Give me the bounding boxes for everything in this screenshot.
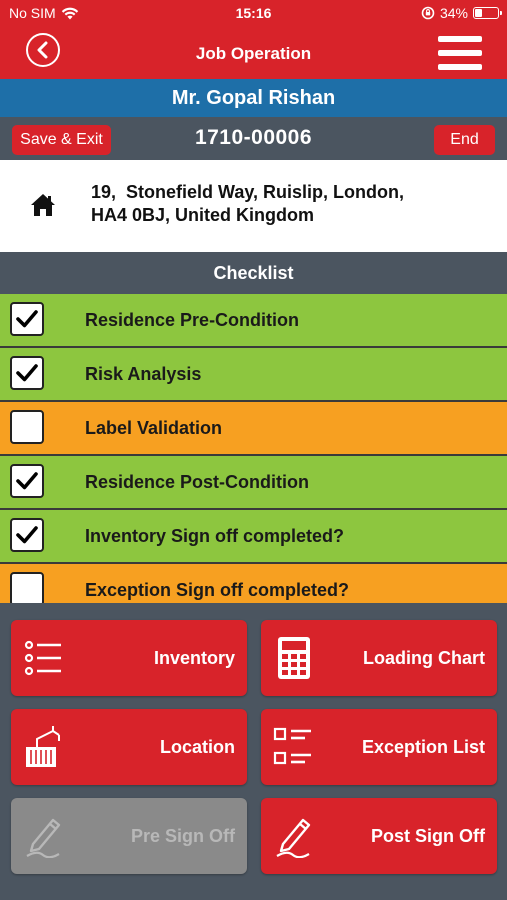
address-line-1: 19, Stonefield Way, Ruislip, London, (91, 182, 405, 202)
action-label: Location (160, 737, 235, 757)
home-icon (31, 194, 55, 216)
loading-chart-button[interactable]: Loading Chart (261, 620, 497, 696)
action-label: Exception List (361, 737, 485, 757)
checkbox-checked[interactable] (10, 464, 44, 498)
battery-icon (473, 7, 502, 19)
end-button[interactable]: End (434, 125, 495, 155)
address-line-2: HA4 0BJ, United Kingdom (91, 205, 315, 225)
checklist-label: Label Validation (85, 418, 223, 438)
checklist-row[interactable]: Risk Analysis (0, 348, 507, 402)
pen-signature-icon (273, 814, 317, 859)
checklist-label: Inventory Sign off completed? (85, 526, 345, 546)
inventory-button[interactable]: Inventory (11, 620, 247, 696)
exception-list-button[interactable]: Exception List (261, 709, 497, 785)
checkmark-icon (16, 472, 38, 490)
checkbox-unchecked[interactable] (10, 410, 44, 444)
checkbox-checked[interactable] (10, 356, 44, 390)
post-sign-off-button[interactable]: Post Sign Off (261, 798, 497, 874)
location-button[interactable]: Location (11, 709, 247, 785)
customer-name: Mr. Gopal Rishan (0, 79, 507, 118)
checklist-title: Checklist (0, 252, 507, 294)
action-grid: Inventory Loading Chart Location Exception … (0, 603, 507, 900)
job-number: 1710-00006 (194, 126, 313, 149)
pen-signature-icon (23, 814, 67, 859)
container-crane-icon (23, 725, 67, 769)
checklist-label: Exception Sign off completed? (85, 580, 350, 600)
checklist-row[interactable]: Label Validation (0, 402, 507, 456)
checklist-row[interactable]: Inventory Sign off completed? (0, 510, 507, 564)
checkmark-icon (16, 310, 38, 328)
action-label: Post Sign Off (371, 826, 485, 846)
checkmark-icon (16, 526, 38, 544)
page-title: Job Operation (195, 44, 312, 63)
checkbox-checked[interactable] (10, 302, 44, 336)
job-bar: Save & Exit 1710-00006 End (0, 117, 507, 160)
nav-bar: Job Operation (0, 28, 507, 79)
action-label: Inventory (153, 648, 235, 668)
checkbox-checked[interactable] (10, 518, 44, 552)
checklist-label: Risk Analysis (85, 364, 202, 384)
checklist-row[interactable]: Exception Sign off completed? (0, 564, 507, 603)
list-icon (23, 636, 67, 680)
checklist: Residence Pre-Condition Risk Analysis Labe… (0, 294, 507, 603)
status-bar: No SIM 15:16 34% (0, 0, 507, 28)
checkmark-icon (16, 364, 38, 382)
battery-fill (475, 9, 483, 17)
action-label: Pre Sign Off (130, 826, 235, 846)
calculator-icon (273, 636, 317, 680)
battery-percent: 34% (439, 5, 468, 21)
checkbox-unchecked[interactable] (10, 572, 44, 603)
hamburger-menu-icon[interactable] (438, 36, 482, 70)
checklist-row[interactable]: Residence Post-Condition (0, 456, 507, 510)
pre-sign-off-button: Pre Sign Off (11, 798, 247, 874)
checklist-icon (273, 725, 317, 769)
checklist-label: Residence Pre-Condition (85, 310, 300, 330)
status-right: 34% (421, 5, 502, 21)
orientation-lock-icon (421, 6, 435, 20)
checklist-label: Residence Post-Condition (85, 472, 310, 492)
address-text: 19, Stonefield Way, Ruislip, London, HA4… (91, 181, 491, 227)
action-label: Loading Chart (363, 648, 485, 668)
checklist-row[interactable]: Residence Pre-Condition (0, 294, 507, 348)
address-panel: 19, Stonefield Way, Ruislip, London, HA4… (0, 160, 507, 252)
